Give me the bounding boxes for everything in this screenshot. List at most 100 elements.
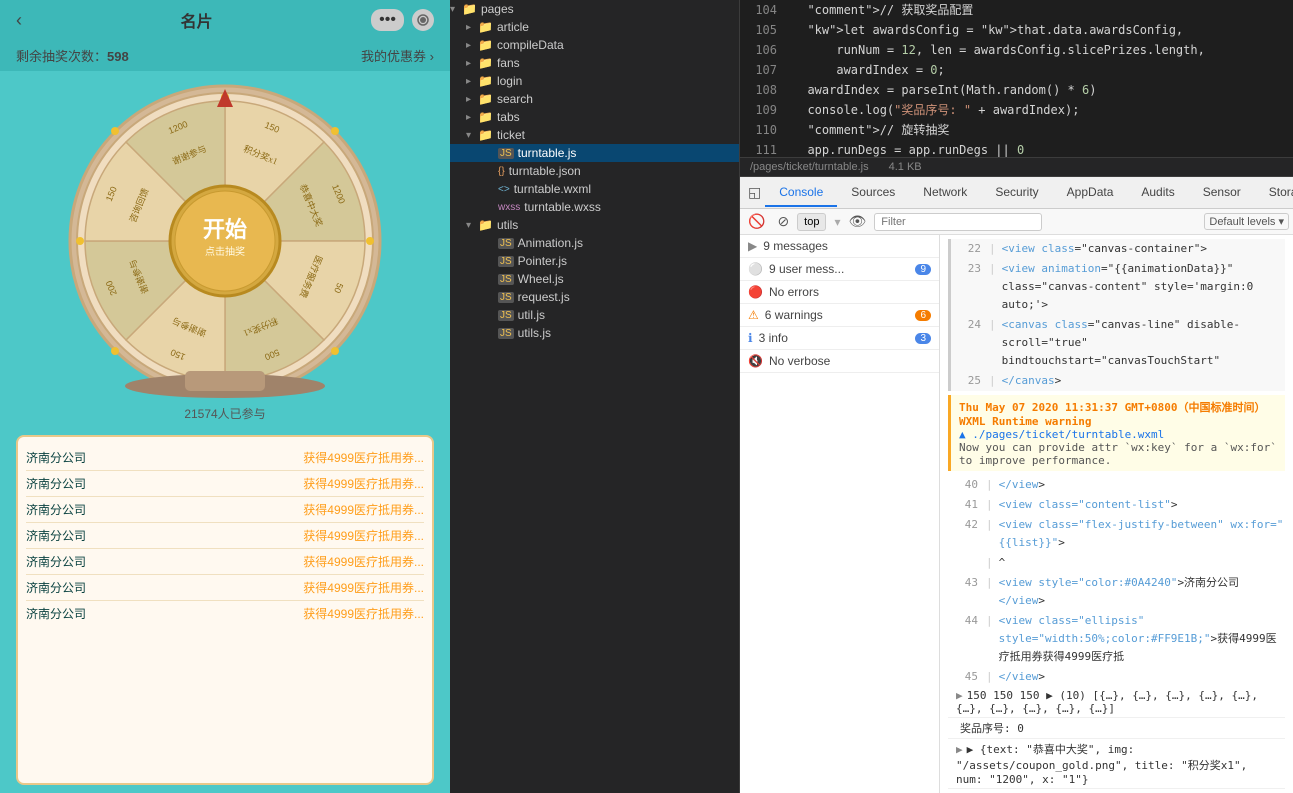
prize-item-2: 济南分公司 获得4999医疗抵用券... [26,471,424,497]
js-icon: JS [498,328,514,339]
level-select[interactable]: Default levels ▾ [1204,213,1289,230]
tree-item-label: utils [497,218,518,232]
folder-icon: 📁 [478,56,493,70]
folder-arrow: ▸ [466,94,478,105]
tree-item-turntable-wxss[interactable]: wxss turntable.wxss [450,198,739,216]
top-context[interactable]: top [797,213,826,231]
tree-item-fans[interactable]: ▸📁fans [450,54,739,72]
folder-arrow: ▸ [466,58,478,69]
js-icon: JS [498,310,514,321]
console-eye-button[interactable]: 👁 [845,211,871,232]
warn-file[interactable]: ▲ ./pages/ticket/turntable.wxml [959,428,1277,441]
devtools-tab-storage[interactable]: Storage [1255,179,1293,207]
folder-arrow: ▸ [466,40,478,51]
console-msg-5[interactable]: 🔇No verbose [740,350,939,373]
prize-item-4: 济南分公司 获得4999医疗抵用券... [26,523,424,549]
tree-item-tabs[interactable]: ▸📁tabs [450,108,739,126]
js-icon: JS [498,148,514,159]
tree-item-article[interactable]: ▸📁article [450,18,739,36]
record-button[interactable] [412,9,434,31]
pipe: | [986,554,993,572]
folder-icon: 📁 [462,2,477,16]
pipe: | [986,496,993,514]
console-left: ▶9 messages⚪9 user mess...9🔴No errors ⚠ 6 … [740,235,940,793]
msg-label-5: No verbose [769,354,931,368]
line-numbers: 1041051061071081091101111121131141151161… [740,0,785,157]
console-msg-4[interactable]: ℹ3 info3 [740,327,939,350]
html-line: 22| <view class="canvas-container"> [951,239,1285,259]
expand-arrow: ▶ [956,743,963,756]
tree-item-ticket[interactable]: ▾📁ticket [450,126,739,144]
tree-item-label: turntable.json [509,164,581,178]
html-line: 25| </canvas> [951,371,1285,391]
result-line-0[interactable]: ▶150 150 150 ▶ (10) [{…}, {…}, {…}, {…},… [948,687,1285,718]
remaining-label: 剩余抽奖次数：598 [16,46,129,65]
folder-arrow: ▸ [466,76,478,87]
line-num: 24 [951,316,981,370]
console-msg-2[interactable]: 🔴No errors [740,281,939,304]
file-path: /pages/ticket/turntable.js [750,161,869,173]
back-button[interactable]: ‹ [16,10,22,31]
wheel-area: 恭喜中大奖 医疗服务费 积分奖x1 谢谢参与 谢谢参与 咨询回馈 谢谢参与 积分… [0,71,450,427]
file-size: 4.1 KB [889,161,922,173]
tree-item-login[interactable]: ▸📁login [450,72,739,90]
folder-icon: 📁 [478,92,493,106]
tree-item-turntable-js[interactable]: JS turntable.js [450,144,739,162]
tree-item-utils-js[interactable]: JS utils.js [450,324,739,342]
tree-item-pages[interactable]: ▾📁pages [450,0,739,18]
result-line-1[interactable]: 奖品序号: 0 [948,718,1285,739]
tree-item-Pointer-js[interactable]: JS Pointer.js [450,252,739,270]
line-num: 25 [951,372,981,390]
tree-item-search[interactable]: ▸📁search [450,90,739,108]
msg-label-2: No errors [769,285,931,299]
line-num: 22 [951,240,981,258]
folder-arrow: ▸ [466,112,478,123]
tree-item-utils[interactable]: ▾📁utils [450,216,739,234]
coupon-link[interactable]: 我的优惠券 › [361,46,434,65]
devtools-tab-console[interactable]: Console [765,179,837,207]
devtools-tab-network[interactable]: Network [909,179,981,207]
phone-panel: ‹ 名片 ••• 剩余抽奖次数：598 我的优惠券 › [0,0,450,793]
filter-input[interactable] [874,213,1042,231]
view-line: 42| <view class="flex-justify-between" w… [948,515,1285,553]
console-msg-3[interactable]: ⚠6 warnings6 [740,304,939,327]
tree-item-util-js[interactable]: JS util.js [450,306,739,324]
view-line: 44| <view class="ellipsis" style="width:… [948,611,1285,667]
devtools-tab-sensor[interactable]: Sensor [1189,179,1255,207]
devtools-tab-security[interactable]: Security [981,179,1052,207]
expand-arrow: ▶ [956,689,963,702]
tree-item-request-js[interactable]: JS request.js [450,288,739,306]
warn-header: Thu May 07 2020 11:31:37 GMT+0800（中国标准时间… [959,399,1277,428]
tree-item-turntable-wxml[interactable]: <> turntable.wxml [450,180,739,198]
wheel-container[interactable]: 恭喜中大奖 医疗服务费 积分奖x1 谢谢参与 谢谢参与 咨询回馈 谢谢参与 积分… [65,81,385,401]
devtools-tab-audits[interactable]: Audits [1127,179,1188,207]
code-line-109: console.log("奖品序号: " + awardIndex); [793,100,1293,120]
tree-item-Wheel-js[interactable]: JS Wheel.js [450,270,739,288]
js-icon: JS [498,238,514,249]
devtools-tab-sources[interactable]: Sources [837,179,909,207]
js-icon: JS [498,292,514,303]
console-content: ▶9 messages⚪9 user mess...9🔴No errors ⚠ 6 … [740,235,1293,793]
console-stop-button[interactable]: ⊘ [773,211,793,232]
msg-icon-3: ⚠ [748,308,759,322]
devtools-tab-appdata[interactable]: AppData [1053,179,1128,207]
wxss-icon: wxss [498,202,520,213]
tree-item-turntable-json[interactable]: {} turntable.json [450,162,739,180]
console-msg-0[interactable]: ▶9 messages [740,235,939,258]
tree-item-Animation-js[interactable]: JS Animation.js [450,234,739,252]
js-icon: JS [498,256,514,267]
view-line: 43| <view style="color:#0A4240">济南分公司</v… [948,573,1285,611]
pipe: | [986,612,993,666]
msg-label-3: 6 warnings [765,308,910,322]
tree-item-compileData[interactable]: ▸📁compileData [450,36,739,54]
tree-item-label: Animation.js [518,236,583,250]
code-line-106: runNum = 12, len = awardsConfig.slicePri… [793,40,1293,60]
console-msg-1[interactable]: ⚪9 user mess...9 [740,258,939,281]
js-icon: JS [498,274,514,285]
folder-icon: 📁 [478,128,493,142]
console-html-lines: 22| <view class="canvas-container">23| <… [948,239,1285,391]
menu-dots[interactable]: ••• [371,9,404,31]
console-clear-button[interactable]: 🚫 [744,211,769,232]
devtools-left-icon[interactable]: ◱ [744,184,765,201]
msg-icon-4: ℹ [748,331,753,345]
